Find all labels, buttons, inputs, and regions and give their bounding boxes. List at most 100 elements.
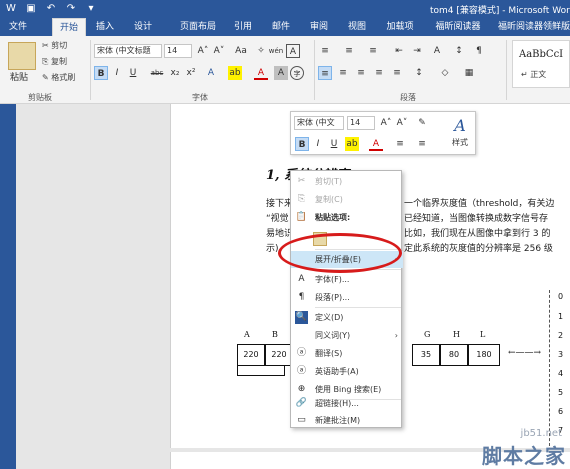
char-border-button[interactable]: A xyxy=(286,44,300,58)
menu-item-label: 字体(F)... xyxy=(315,275,350,284)
font-size-combo[interactable]: 14 xyxy=(164,44,192,58)
paste-button[interactable]: 粘贴 xyxy=(10,70,28,83)
column-label-h: H xyxy=(453,330,460,339)
menu-item-cut[interactable]: ✂ 剪切(T) xyxy=(291,173,403,190)
mini-highlight-button[interactable]: ab xyxy=(345,137,359,151)
menu-item-label: 英语助手(A) xyxy=(315,367,359,376)
shading-button[interactable]: ◇ xyxy=(438,66,452,80)
tab-review[interactable]: 审阅 xyxy=(306,18,332,36)
menu-item-hyperlink[interactable]: 🔗 超链接(H)... xyxy=(291,395,403,412)
strikethrough-button[interactable]: abc xyxy=(148,66,166,80)
show-marks-button[interactable]: ¶ xyxy=(472,44,486,58)
underline-button[interactable]: U xyxy=(126,66,140,80)
highlight-ellipse-annotation xyxy=(278,233,402,273)
tab-foxit-reader-preview[interactable]: 福昕阅读器领鲜版 xyxy=(498,18,570,36)
site-watermark: jb51.net 脚本之家 xyxy=(468,428,570,469)
align-left-button[interactable]: ≡ xyxy=(318,66,332,80)
styles-gallery[interactable]: AaBbCcI ↵ 正文 xyxy=(512,40,570,88)
tab-page-layout[interactable]: 页面布局 xyxy=(170,18,226,36)
mini-numbering-button[interactable]: ≡ xyxy=(415,137,429,151)
clipboard-paste-icon[interactable] xyxy=(8,42,36,70)
tab-file[interactable]: 文件 xyxy=(0,18,36,36)
align-center-button[interactable]: ≡ xyxy=(336,66,350,80)
tab-references[interactable]: 引用 xyxy=(230,18,256,36)
pixel-cell-h: 80 xyxy=(440,344,468,366)
mini-font-name-combo[interactable]: 宋体 (中文 xyxy=(294,116,344,130)
decrease-indent-button[interactable]: ⇤ xyxy=(392,44,406,58)
copy-icon: ⎘ xyxy=(297,194,306,204)
cut-icon: ✂ xyxy=(297,176,306,186)
format-painter-button[interactable]: ✎ 格式刷 xyxy=(42,72,75,83)
undo-icon[interactable]: ↶ xyxy=(44,2,58,16)
redo-icon[interactable]: ↷ xyxy=(64,2,78,16)
document-title: tom4 [兼容模式] - Microsoft Wor xyxy=(430,6,570,16)
mini-font-color-button[interactable]: A xyxy=(369,137,383,151)
style-name-normal: ↵ 正文 xyxy=(521,70,547,79)
tab-insert[interactable]: 插入 xyxy=(90,18,120,36)
line-spacing-button[interactable]: ↕ xyxy=(412,66,426,80)
borders-button[interactable]: ▦ xyxy=(462,66,476,80)
menu-item-define[interactable]: 🔍 定义(D) xyxy=(291,309,403,326)
grow-font-button[interactable]: A˄ xyxy=(196,44,210,58)
mini-format-painter-icon[interactable]: ✎ xyxy=(415,116,429,130)
paragraph-group-label: 段落 xyxy=(400,93,416,102)
mini-styles-label: 样式 xyxy=(452,138,468,147)
mini-bold-button[interactable]: B xyxy=(295,137,309,151)
subscript-button[interactable]: x₂ xyxy=(168,66,182,80)
menu-item-label: 超链接(H)... xyxy=(315,399,359,408)
change-case-button[interactable]: Aa xyxy=(232,44,250,58)
window-left-edge xyxy=(0,104,16,469)
menu-item-copy[interactable]: ⎘ 复制(C) xyxy=(291,191,403,208)
menu-item-label: 段落(P)... xyxy=(315,293,350,302)
menu-item-synonyms[interactable]: 同义词(Y) › xyxy=(291,327,403,344)
shrink-font-button[interactable]: A˅ xyxy=(212,44,226,58)
tab-view[interactable]: 视图 xyxy=(344,18,370,36)
mini-shrink-font-button[interactable]: A˅ xyxy=(395,116,409,130)
menu-item-translate[interactable]: ⓐ 翻译(S) xyxy=(291,345,403,362)
menu-item-font[interactable]: A 字体(F)... xyxy=(291,271,403,288)
justify-button[interactable]: ≡ xyxy=(372,66,386,80)
phonetic-guide-button[interactable]: wén xyxy=(268,44,284,58)
pixel-cell-a: 220 xyxy=(237,344,265,366)
column-label-l: L xyxy=(480,330,486,339)
mini-bullets-button[interactable]: ≡ xyxy=(393,137,407,151)
customize-qat-icon[interactable]: ▾ xyxy=(84,2,98,16)
paragraph-icon: ¶ xyxy=(298,292,305,302)
clear-format-icon[interactable]: ✧ xyxy=(254,44,268,58)
mini-italic-button[interactable]: I xyxy=(311,137,325,151)
chinese-layout-button[interactable]: A xyxy=(430,44,444,58)
superscript-button[interactable]: x² xyxy=(184,66,198,80)
ribbon: 粘贴 ✂ 剪切 ⎘ 复制 ✎ 格式刷 剪贴板 宋体 (中文标题 14 A˄ A˅… xyxy=(0,36,570,104)
highlight-button[interactable]: ab xyxy=(228,66,242,80)
tab-addins[interactable]: 加载项 xyxy=(382,18,418,36)
increase-indent-button[interactable]: ⇥ xyxy=(410,44,424,58)
menu-item-paragraph[interactable]: ¶ 段落(P)... xyxy=(291,289,403,306)
numbering-button[interactable]: ≡ xyxy=(342,44,356,58)
bullets-button[interactable]: ≡ xyxy=(318,44,332,58)
mini-font-size-combo[interactable]: 14 xyxy=(347,116,375,130)
text-effects-button[interactable]: A xyxy=(204,66,218,80)
font-name-combo[interactable]: 宋体 (中文标题 xyxy=(94,44,162,58)
tab-home[interactable]: 开始 xyxy=(52,18,86,36)
mini-underline-button[interactable]: U xyxy=(327,137,341,151)
cut-button[interactable]: ✂ 剪切 xyxy=(42,40,67,51)
font-color-button[interactable]: A xyxy=(254,66,268,80)
enclose-char-button[interactable]: 字 xyxy=(290,66,304,80)
sort-button[interactable]: ↕ xyxy=(452,44,466,58)
menu-item-english-assistant[interactable]: ⓐ 英语助手(A) xyxy=(291,363,403,380)
tab-mailings[interactable]: 邮件 xyxy=(268,18,294,36)
italic-button[interactable]: I xyxy=(110,66,124,80)
mini-styles-button[interactable]: A 样式 xyxy=(447,115,473,153)
tab-foxit-reader[interactable]: 福昕阅读器 xyxy=(428,18,488,36)
mini-grow-font-button[interactable]: A˄ xyxy=(379,116,393,130)
char-shading-button[interactable]: A xyxy=(274,66,288,80)
title-bar: W ▣ ↶ ↷ ▾ tom4 [兼容模式] - Microsoft Wor xyxy=(0,0,570,18)
copy-button[interactable]: ⎘ 复制 xyxy=(42,56,67,67)
distributed-button[interactable]: ≡ xyxy=(390,66,404,80)
save-icon[interactable]: ▣ xyxy=(24,2,38,16)
align-right-button[interactable]: ≡ xyxy=(354,66,368,80)
menu-item-new-comment[interactable]: ▭ 新建批注(M) xyxy=(291,412,403,429)
bold-button[interactable]: B xyxy=(94,66,108,80)
multilevel-list-button[interactable]: ≡ xyxy=(366,44,380,58)
tab-design[interactable]: 设计 xyxy=(128,18,158,36)
